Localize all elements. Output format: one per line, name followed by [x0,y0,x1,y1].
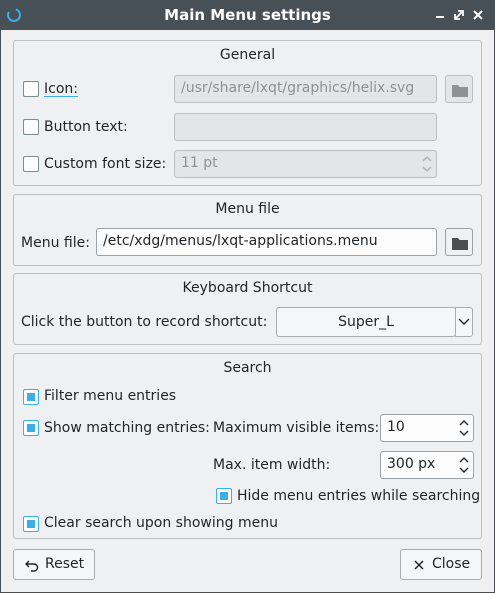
close-label: Close [432,556,471,572]
shortcut-heading: Keyboard Shortcut [182,280,313,296]
hide-entries-label: Hide menu entries while searching [237,488,481,504]
search-group: Search Filter menu entries Show matching… [13,353,482,539]
icon-browse-button[interactable] [445,75,473,103]
minimize-icon[interactable] [433,8,447,22]
reset-label: Reset [45,556,85,572]
max-visible-label: Maximum visible items: [213,420,380,436]
menu-file-heading: Menu file [215,201,280,217]
spin-arrows-icon[interactable] [459,455,469,475]
shortcut-button[interactable]: Super_L [276,307,456,337]
font-size-checkbox[interactable] [23,156,39,172]
max-width-value: 300 px [387,456,436,472]
hide-entries-checkbox[interactable] [216,488,232,504]
menu-file-browse-button[interactable] [445,228,473,256]
spin-arrows-icon[interactable] [422,154,432,174]
max-width-label: Max. item width: [213,457,331,473]
folder-icon [452,85,468,97]
title-bar: Main Menu settings [0,0,495,30]
show-matching-checkbox[interactable] [23,420,39,436]
icon-checkbox[interactable] [23,81,39,97]
filter-checkbox[interactable] [23,389,39,405]
icon-path-field[interactable]: /usr/share/lxqt/graphics/helix.svg [174,75,437,103]
general-heading: General [219,47,276,63]
close-button[interactable]: Close [400,549,482,580]
undo-icon [25,560,39,572]
clear-search-checkbox[interactable] [23,516,39,532]
max-visible-spinbox[interactable]: 10 [380,414,474,442]
button-text-checkbox[interactable] [23,119,39,135]
spin-arrows-icon[interactable] [459,418,469,438]
filter-label: Filter menu entries [44,388,177,404]
menu-file-label: Menu file: [21,235,90,251]
restore-icon[interactable] [452,8,466,22]
reset-button[interactable]: Reset [13,549,95,580]
general-group: General Icon: /usr/share/lxqt/graphics/h… [13,40,482,186]
font-size-value: 11 pt [181,155,218,171]
clear-search-label: Clear search upon showing menu [44,515,278,531]
shortcut-label: Click the button to record shortcut: [21,314,268,330]
menu-file-field[interactable]: /etc/xdg/menus/lxqt-applications.menu [96,228,437,256]
search-heading: Search [223,360,272,376]
button-text-label: Button text: [44,119,128,135]
font-size-spinbox[interactable]: 11 pt [174,150,437,178]
window-title: Main Menu settings [164,6,331,24]
chevron-down-icon [458,318,470,325]
button-text-field[interactable] [174,113,437,141]
show-matching-label: Show matching entries: [44,420,210,436]
font-size-label: Custom font size: [44,156,167,172]
max-width-spinbox[interactable]: 300 px [380,451,474,479]
folder-icon [452,238,468,250]
close-icon[interactable] [471,8,485,22]
x-icon [414,560,424,570]
icon-label: Icon: [44,81,78,97]
menu-file-group: Menu file Menu file: /etc/xdg/menus/lxqt… [13,194,482,266]
max-visible-value: 10 [387,419,405,435]
shortcut-dropdown[interactable] [455,307,473,337]
keyboard-shortcut-group: Keyboard Shortcut Click the button to re… [13,273,482,345]
